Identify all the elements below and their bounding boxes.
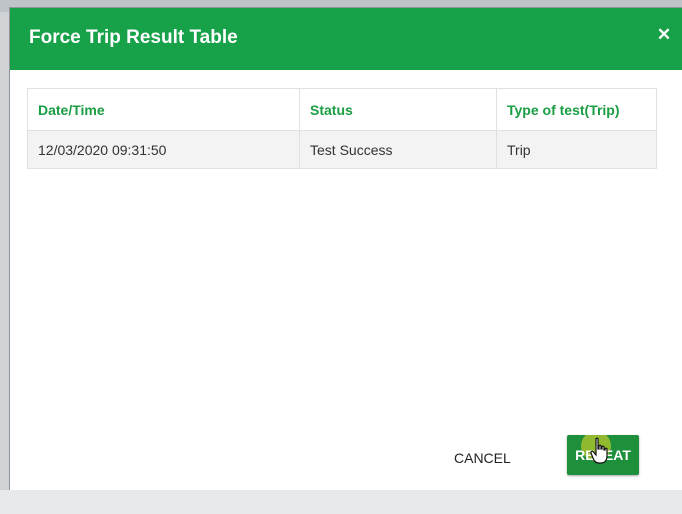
hand-cursor-icon: [590, 437, 608, 464]
column-header-date-time: Date/Time: [27, 88, 300, 131]
table-row: 12/03/2020 09:31:50 Test Success Trip: [27, 130, 657, 169]
cancel-button[interactable]: CANCEL: [454, 450, 511, 466]
column-header-status: Status: [299, 88, 497, 131]
table-header-row: Date/Time Status Type of test(Trip): [27, 88, 657, 131]
force-trip-result-dialog: Force Trip Result Table ✕ Date/Time Stat…: [10, 8, 682, 490]
cell-date-time: 12/03/2020 09:31:50: [27, 130, 300, 169]
dialog-title: Force Trip Result Table: [29, 27, 238, 48]
column-header-test-type: Type of test(Trip): [496, 88, 657, 131]
result-table: Date/Time Status Type of test(Trip) 12/0…: [27, 88, 657, 169]
background-strip-bottom: [0, 490, 682, 514]
cell-status: Test Success: [299, 130, 497, 169]
cell-test-type: Trip: [496, 130, 657, 169]
close-icon[interactable]: ✕: [655, 26, 673, 44]
dialog-header: Force Trip Result Table ✕: [10, 8, 682, 70]
